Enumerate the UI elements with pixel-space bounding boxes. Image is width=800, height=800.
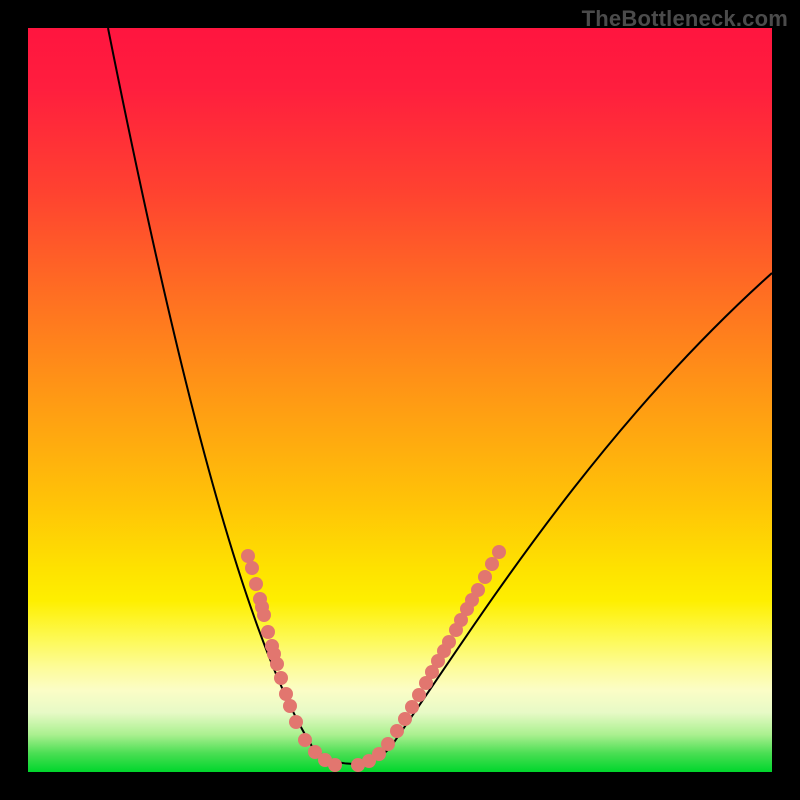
data-marker bbox=[283, 699, 297, 713]
data-marker bbox=[279, 687, 293, 701]
data-marker bbox=[274, 671, 288, 685]
markers-left bbox=[241, 549, 342, 772]
data-marker bbox=[412, 688, 426, 702]
data-marker bbox=[328, 758, 342, 772]
data-marker bbox=[241, 549, 255, 563]
data-marker bbox=[381, 737, 395, 751]
data-marker bbox=[478, 570, 492, 584]
data-marker bbox=[390, 724, 404, 738]
data-marker bbox=[485, 557, 499, 571]
data-marker bbox=[492, 545, 506, 559]
data-marker bbox=[298, 733, 312, 747]
data-marker bbox=[289, 715, 303, 729]
data-marker bbox=[249, 577, 263, 591]
data-marker bbox=[245, 561, 259, 575]
data-marker bbox=[261, 625, 275, 639]
data-marker bbox=[398, 712, 412, 726]
data-marker bbox=[442, 635, 456, 649]
data-marker bbox=[405, 700, 419, 714]
data-marker bbox=[270, 657, 284, 671]
plot-svg bbox=[28, 28, 772, 772]
data-marker bbox=[471, 583, 485, 597]
data-marker bbox=[257, 608, 271, 622]
plot-area bbox=[28, 28, 772, 772]
watermark-text: TheBottleneck.com bbox=[582, 6, 788, 32]
markers-right bbox=[351, 545, 506, 772]
